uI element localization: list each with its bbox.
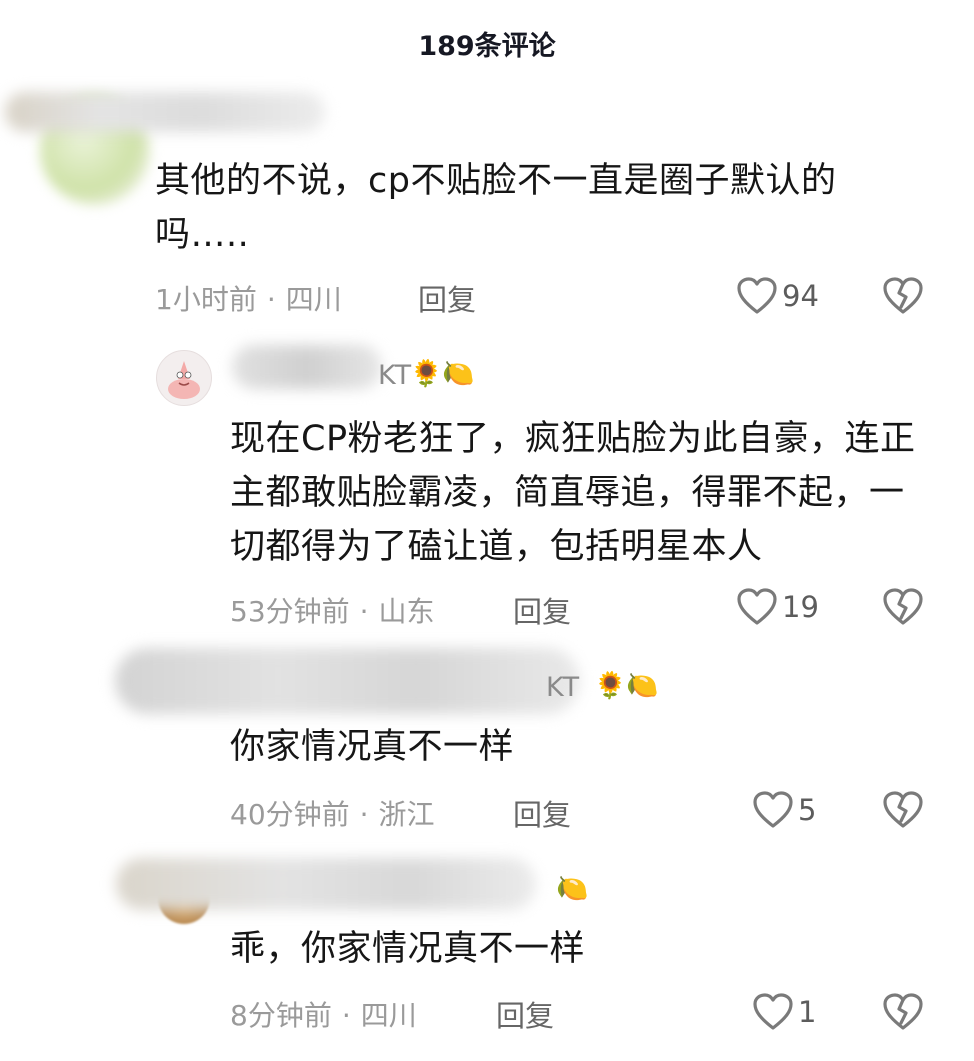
- dislike-button[interactable]: [882, 992, 924, 1032]
- reply-item: 🍋 乖，你家情况真不一样 8分钟前 · 四川 回复 1: [0, 0, 974, 1061]
- comment-text: 乖，你家情况真不一样: [230, 929, 586, 969]
- broken-heart-icon: [883, 993, 923, 1030]
- comment-meta: 8分钟前 · 四川: [230, 999, 417, 1032]
- heart-icon: [753, 993, 793, 1030]
- comment-location: 四川: [360, 999, 417, 1032]
- like-count: 1: [798, 995, 817, 1029]
- like-button[interactable]: 1: [752, 992, 816, 1032]
- comment-time: 8分钟前: [230, 999, 332, 1032]
- reply-button[interactable]: 回复: [496, 993, 554, 1035]
- username-blurred[interactable]: [116, 858, 536, 910]
- user-badges: 🍋: [556, 874, 589, 904]
